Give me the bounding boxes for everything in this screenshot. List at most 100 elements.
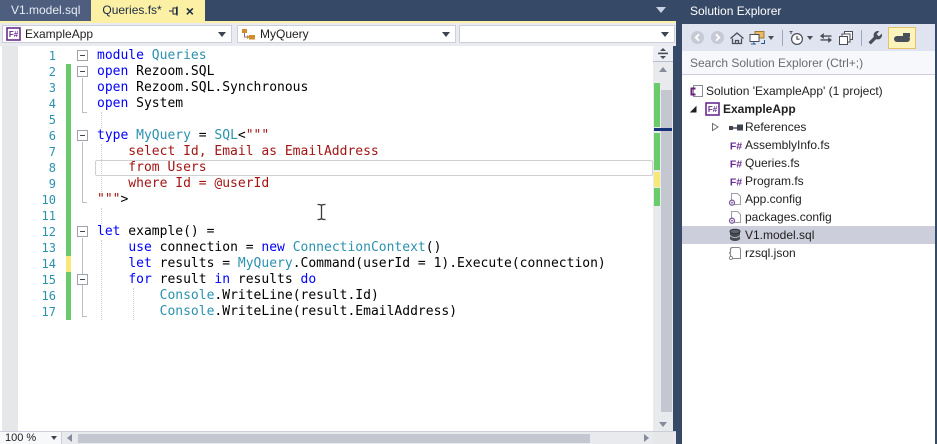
- code-text[interactable]: module Queries: [97, 48, 207, 64]
- tree-item-v1-model-sql[interactable]: V1.model.sql: [682, 226, 935, 244]
- home-icon[interactable]: [728, 28, 746, 48]
- change-bar-saved: [66, 128, 71, 144]
- chevron-down-icon[interactable]: [768, 35, 774, 40]
- tree-item-app-config[interactable]: App.config: [682, 190, 935, 208]
- code-line: 15 for result in results do: [0, 272, 653, 288]
- tree-item-assemblyinfo-fs[interactable]: F# AssemblyInfo.fs: [682, 136, 935, 154]
- tree-item-references[interactable]: References: [682, 118, 935, 136]
- fold-collapse-icon[interactable]: [77, 66, 88, 77]
- code-text[interactable]: open Rezoom.SQL.Synchronous: [97, 80, 308, 96]
- sync-with-active-document-icon[interactable]: [817, 28, 835, 48]
- config-file-icon: [728, 192, 742, 206]
- collapsed-arrow-icon[interactable]: [710, 122, 720, 132]
- fsharp-project-icon: F#: [705, 102, 720, 116]
- scroll-down-arrow[interactable]: [653, 417, 673, 431]
- code-text[interactable]: let example() =: [97, 224, 214, 240]
- code-line: 3 open Rezoom.SQL.Synchronous: [0, 80, 653, 96]
- tree-item-label: References: [745, 120, 807, 134]
- line-number: 10: [41, 193, 56, 207]
- tab-label: V1.model.sql: [11, 3, 81, 17]
- code-text[interactable]: open Rezoom.SQL: [97, 64, 214, 80]
- tree-item-exampleapp[interactable]: F# ExampleApp: [682, 100, 935, 118]
- code-text[interactable]: Console.WriteLine(result.EmailAddress): [97, 304, 457, 320]
- code-line: 8 from Users: [0, 160, 653, 176]
- search-input[interactable]: [688, 54, 922, 72]
- fold-collapse-icon[interactable]: [77, 130, 88, 141]
- code-text[interactable]: from Users: [97, 160, 206, 176]
- expanded-arrow-icon[interactable]: [688, 104, 698, 114]
- tab-v1-model-sql[interactable]: V1.model.sql: [0, 0, 92, 21]
- code-text[interactable]: let results = MyQuery.Command(userId = 1…: [97, 256, 605, 272]
- pending-changes-filter-icon[interactable]: [787, 28, 805, 48]
- chevron-down-icon[interactable]: [807, 35, 813, 40]
- properties-icon[interactable]: [866, 28, 884, 48]
- tree-item-label: Program.fs: [745, 174, 804, 188]
- horizontal-scrollbar-thumb[interactable]: [78, 434, 590, 443]
- fsharp-file-icon: F#: [728, 175, 744, 188]
- tab-queries-fs[interactable]: Queries.fs* ×: [91, 0, 205, 21]
- window-list-dropdown-icon[interactable]: [656, 7, 666, 13]
- member-dropdown[interactable]: [459, 25, 675, 43]
- project-dropdown-value: ExampleApp: [25, 27, 94, 41]
- tree-item-queries-fs[interactable]: F# Queries.fs: [682, 154, 935, 172]
- scroll-left-arrow[interactable]: [62, 432, 76, 444]
- chevron-down-icon: [661, 31, 669, 37]
- pin-icon[interactable]: [168, 5, 180, 17]
- line-number: 15: [41, 273, 56, 287]
- change-mark-unsaved: [654, 172, 660, 187]
- svg-text:F#: F#: [730, 177, 742, 188]
- references-icon: [728, 121, 744, 133]
- tree-item-label: AssemblyInfo.fs: [745, 138, 830, 152]
- code-editor[interactable]: 1 module Queries 2 open Rezoom.SQL 3 open Rez…: [0, 46, 653, 431]
- code-text[interactable]: """>: [97, 192, 128, 208]
- zoom-level-dropdown[interactable]: 100 %: [0, 432, 62, 444]
- solution-icon: [690, 84, 704, 98]
- line-number: 13: [41, 241, 56, 255]
- editor-splitter-handle[interactable]: [653, 46, 673, 62]
- change-bar-saved: [66, 160, 71, 176]
- tree-item-solution-exampleapp-1-project[interactable]: Solution 'ExampleApp' (1 project): [682, 82, 935, 100]
- line-number: 3: [48, 81, 56, 95]
- back-icon[interactable]: [688, 28, 706, 48]
- scope-dropdown[interactable]: MyQuery: [237, 25, 456, 43]
- code-line: 13 use connection = new ConnectionContex…: [0, 240, 653, 256]
- svg-text:F#: F#: [730, 141, 742, 152]
- fold-collapse-icon[interactable]: [77, 226, 88, 237]
- preview-selected-items-icon[interactable]: [888, 26, 916, 49]
- line-number: 8: [48, 161, 56, 175]
- project-dropdown[interactable]: F# ExampleApp: [2, 25, 232, 43]
- change-bar-saved: [66, 304, 71, 320]
- zoom-level-value: 100 %: [5, 432, 37, 444]
- code-text[interactable]: where Id = @userId: [97, 176, 269, 192]
- fold-collapse-icon[interactable]: [77, 50, 88, 61]
- tree-item-packages-config[interactable]: packages.config: [682, 208, 935, 226]
- solution-explorer-toolbar: [682, 24, 935, 51]
- code-text[interactable]: open System: [97, 96, 183, 112]
- tree-item-program-fs[interactable]: F# Program.fs: [682, 172, 935, 190]
- forward-icon[interactable]: [708, 28, 726, 48]
- close-icon[interactable]: ×: [186, 4, 194, 18]
- code-text[interactable]: use connection = new ConnectionContext(): [97, 240, 441, 256]
- tree-item-rzsql-json[interactable]: rzsql.json: [682, 244, 935, 262]
- scroll-right-arrow[interactable]: [639, 432, 653, 444]
- fold-collapse-icon[interactable]: [77, 274, 88, 285]
- switch-views-icon[interactable]: [748, 28, 766, 48]
- change-bar-saved: [66, 208, 71, 224]
- mouse-cursor-ibeam: [316, 203, 327, 226]
- chevron-down-icon: [442, 31, 450, 37]
- code-line: 2 open Rezoom.SQL: [0, 64, 653, 80]
- line-number: 2: [48, 65, 56, 79]
- chevron-down-icon: [218, 31, 226, 37]
- change-bar-saved: [66, 96, 71, 112]
- tree-item-label: App.config: [745, 192, 802, 206]
- line-number: 4: [48, 97, 56, 111]
- code-text[interactable]: select Id, Email as EmailAddress: [97, 144, 378, 160]
- code-text[interactable]: type MyQuery = SQL<""": [97, 128, 269, 144]
- horizontal-scrollbar: 100 %: [0, 431, 676, 444]
- code-text[interactable]: for result in results do: [97, 272, 316, 288]
- vertical-scrollbar-thumb[interactable]: [661, 90, 672, 412]
- code-text[interactable]: Console.WriteLine(result.Id): [97, 288, 379, 304]
- scroll-up-arrow[interactable]: [653, 62, 673, 76]
- change-bar-saved: [66, 80, 71, 96]
- collapse-all-icon[interactable]: [837, 28, 855, 48]
